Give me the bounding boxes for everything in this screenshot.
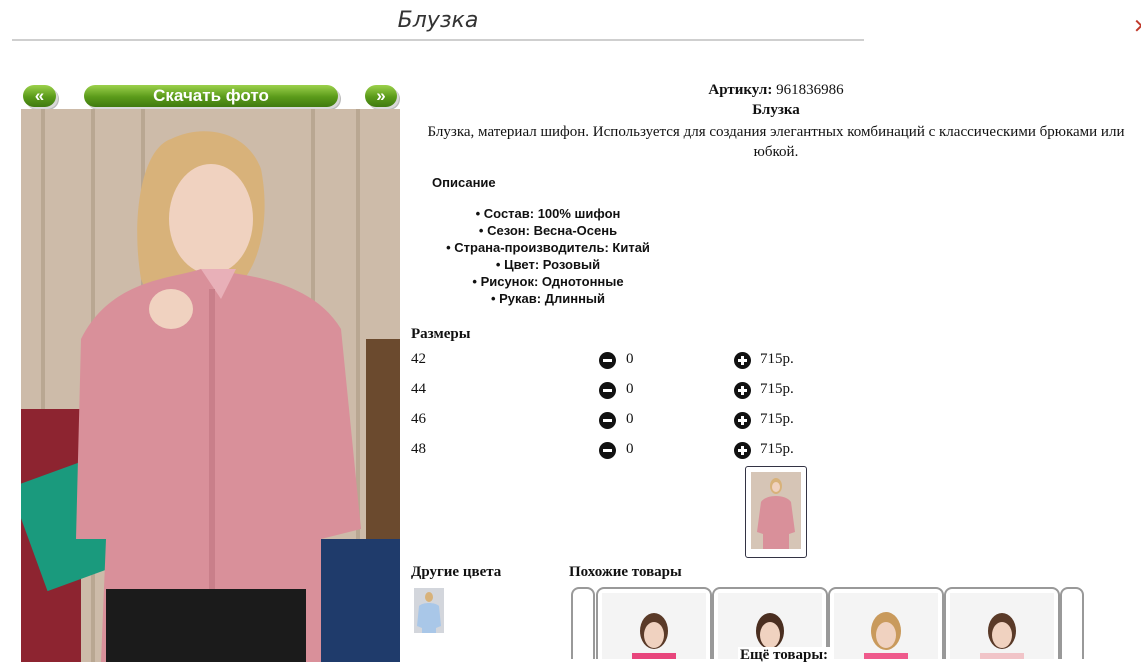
more-products-link[interactable]: Ещё товары: (738, 647, 831, 664)
product-thumbnail[interactable] (745, 466, 807, 558)
minus-icon[interactable] (599, 382, 616, 399)
product-description: Блузка, материал шифон. Используется для… (427, 124, 1125, 160)
size-row: 44 0 715р. (411, 381, 831, 401)
carousel-prev-button[interactable] (571, 587, 595, 659)
size-value: 44 (411, 381, 426, 397)
details-item: • Рисунок: Однотонные (472, 274, 624, 289)
size-quantity: 0 (626, 351, 634, 367)
plus-icon[interactable] (734, 412, 751, 429)
other-colors-heading: Другие цвета (411, 564, 502, 580)
other-color-thumbnail[interactable] (414, 588, 444, 633)
download-photo-button[interactable]: Скачать фото (84, 85, 338, 107)
thumbnail-image (751, 472, 801, 549)
article-value: 961836986 (776, 82, 844, 98)
similar-heading: Похожие товары (569, 564, 682, 580)
details-heading: Описание (432, 175, 496, 190)
size-quantity: 0 (626, 411, 634, 427)
product-photo-illustration (21, 109, 400, 662)
size-price: 715р. (760, 411, 794, 427)
article-label: Артикул: (708, 82, 773, 98)
similar-item-image (834, 593, 938, 659)
size-row: 48 0 715р. (411, 441, 831, 461)
page-title: Блузка (397, 8, 479, 33)
details-item: • Сезон: Весна-Осень (478, 223, 618, 238)
similar-item-image (602, 593, 706, 659)
size-quantity: 0 (626, 441, 634, 457)
minus-icon[interactable] (599, 352, 616, 369)
size-price: 715р. (760, 381, 794, 397)
plus-icon[interactable] (734, 352, 751, 369)
details-item: • Состав: 100% шифон (475, 206, 621, 221)
next-photo-button[interactable]: » (365, 85, 397, 107)
size-value: 48 (411, 441, 426, 457)
details-list: • Состав: 100% шифон • Сезон: Весна-Осен… (412, 205, 684, 307)
similar-item[interactable] (596, 587, 712, 659)
size-row: 42 0 715р. (411, 351, 831, 371)
details-item: • Цвет: Розовый (495, 257, 601, 272)
carousel-next-button[interactable] (1060, 587, 1084, 659)
prev-photo-button[interactable]: « (23, 85, 56, 107)
size-value: 42 (411, 351, 426, 367)
minus-icon[interactable] (599, 412, 616, 429)
size-price: 715р. (760, 351, 794, 367)
size-row: 46 0 715р. (411, 411, 831, 431)
title-divider (12, 39, 864, 41)
similar-item[interactable] (828, 587, 944, 659)
similar-item[interactable] (944, 587, 1060, 659)
similar-item-image (950, 593, 1054, 659)
plus-icon[interactable] (734, 382, 751, 399)
plus-icon[interactable] (734, 442, 751, 459)
article-line: Артикул: 961836986 (412, 82, 1140, 99)
size-quantity: 0 (626, 381, 634, 397)
size-value: 46 (411, 411, 426, 427)
minus-icon[interactable] (599, 442, 616, 459)
close-icon[interactable]: ✕ (1133, 14, 1141, 38)
size-price: 715р. (760, 441, 794, 457)
details-item: • Страна-производитель: Китай (446, 240, 650, 255)
details-item: • Рукав: Длинный (490, 291, 606, 306)
sizes-heading: Размеры (411, 326, 471, 342)
product-main-photo[interactable] (21, 109, 400, 662)
product-name: Блузка (752, 102, 800, 118)
